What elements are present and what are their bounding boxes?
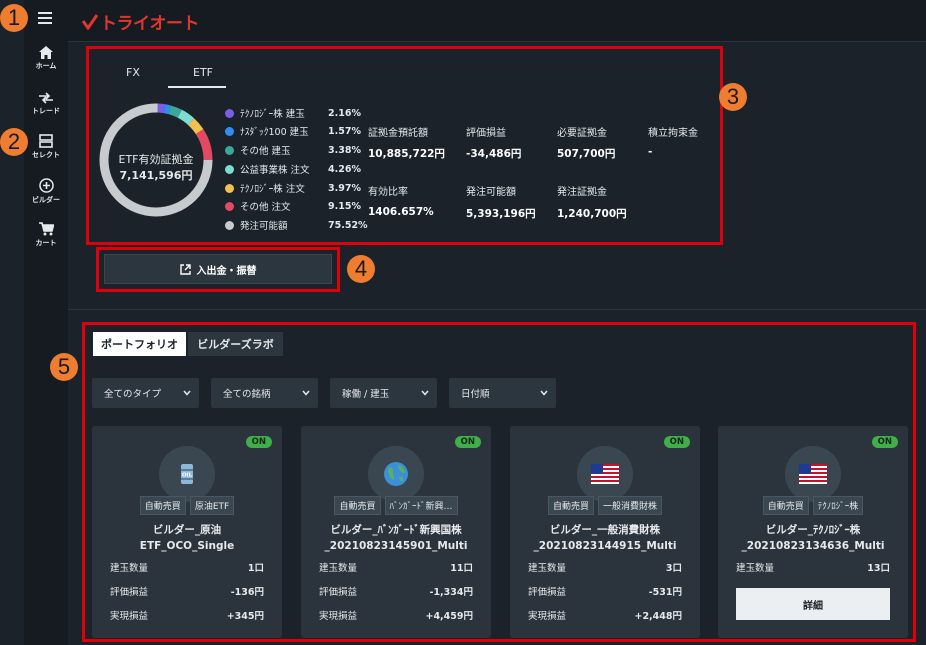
callout-2: 2 bbox=[0, 128, 28, 156]
nav-label: トレード bbox=[32, 107, 60, 115]
logo: トライオート bbox=[82, 9, 200, 34]
nav-label: ビルダー bbox=[32, 196, 60, 204]
nav-trade[interactable]: トレード bbox=[24, 92, 68, 116]
menu-icon[interactable] bbox=[38, 12, 52, 24]
cart-icon bbox=[38, 222, 54, 236]
home-icon bbox=[39, 46, 53, 59]
annotation-box-4 bbox=[96, 247, 340, 292]
annotation-box-5 bbox=[82, 322, 916, 642]
callout-4: 4 bbox=[347, 255, 375, 283]
nav-label: ホーム bbox=[35, 62, 57, 70]
callout-3: 3 bbox=[719, 83, 747, 111]
select-icon bbox=[39, 134, 53, 148]
annotation-box-3 bbox=[86, 46, 723, 245]
nav-label: セレクト bbox=[32, 151, 60, 159]
builder-icon bbox=[38, 178, 54, 193]
logo-check-icon bbox=[82, 13, 98, 30]
callout-1: 1 bbox=[0, 4, 28, 32]
nav-cart[interactable]: カート bbox=[24, 222, 68, 248]
nav-builder[interactable]: ビルダー bbox=[24, 178, 68, 205]
callout-5: 5 bbox=[50, 353, 78, 381]
nav-home[interactable]: ホーム bbox=[24, 46, 68, 71]
nav-label: カート bbox=[35, 239, 57, 247]
trade-icon bbox=[39, 92, 53, 104]
logo-text: トライオート bbox=[100, 14, 200, 34]
nav-select[interactable]: セレクト bbox=[24, 134, 68, 160]
